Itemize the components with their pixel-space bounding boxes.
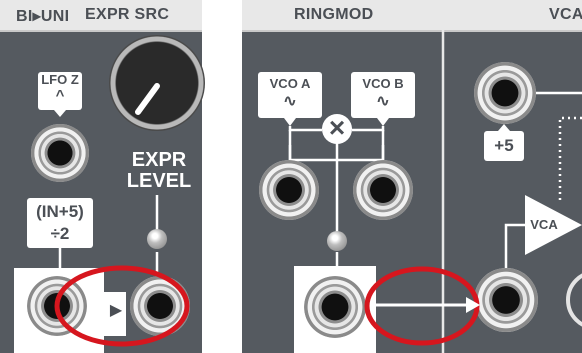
plus5-pointer [498, 124, 510, 131]
formula-line-1: (IN+5) [36, 202, 84, 221]
expr-label-line-1: EXPR [131, 149, 187, 171]
vco-a-label: VCO A [269, 76, 311, 91]
expr-src-input-jack[interactable] [130, 276, 190, 336]
formula-line-2: ÷2 [50, 224, 70, 243]
vco-a-pointer [284, 118, 296, 126]
vco-b-label: VCO B [362, 76, 404, 91]
formula-label-box: (IN+5) ÷2 [27, 198, 93, 248]
expr-label-line-2: LEVEL [126, 170, 192, 192]
vco-b-to-mult-line [352, 126, 385, 132]
lfo-z-jack[interactable] [31, 124, 89, 182]
expr-led [147, 229, 167, 249]
ringmod-led [327, 231, 347, 251]
expr-level-label: EXPR LEVEL [120, 150, 198, 192]
vco-a-jack[interactable] [259, 160, 319, 220]
vca-triangle-label: VCA [530, 217, 558, 232]
normal-arrow-icon: ▶ [109, 302, 123, 319]
lfo-label-pointer [54, 110, 66, 117]
expr-level-knob[interactable] [109, 35, 205, 131]
vca-cv-jack[interactable] [474, 62, 536, 124]
vco-b-label-box: VCO B ∿ [351, 72, 415, 118]
multiply-icon: × [322, 114, 352, 144]
vco-b-wave-icon: ∿ [376, 93, 390, 110]
vca-cv-dotted-line [558, 116, 582, 200]
vco-a-label-box: VCO A ∿ [258, 72, 322, 118]
lfo-z-label-box: LFO Z ^ [38, 72, 82, 110]
module-panel-stage: BI▸UNI EXPR SRC RINGMOD VCA LFO Z ^ (IN+… [0, 0, 582, 353]
vca-input-jack[interactable] [474, 268, 538, 332]
vco-a-to-mult-line [288, 126, 322, 132]
lfo-z-label: LFO Z [41, 72, 79, 87]
ringmod-output-jack[interactable] [304, 276, 366, 338]
bi-uni-output-jack[interactable] [27, 276, 87, 336]
vco-b-pointer [377, 118, 389, 126]
vco-a-wave-icon: ∿ [283, 93, 297, 110]
vco-b-jack[interactable] [353, 160, 413, 220]
lfo-shape-icon: ^ [55, 87, 65, 104]
plus5-label: +5 [484, 131, 524, 161]
